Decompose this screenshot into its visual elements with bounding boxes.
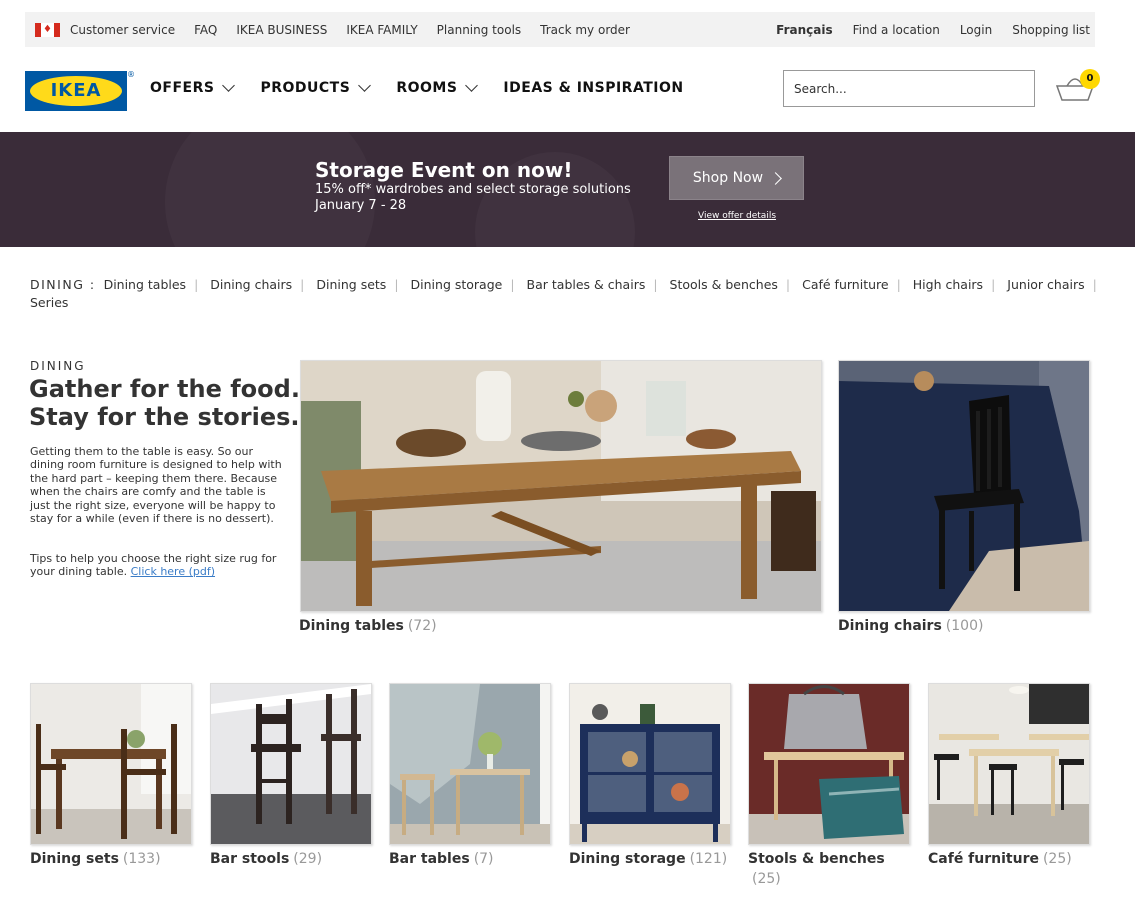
shopping-cart-button[interactable]: 0 [1055,69,1101,106]
utility-bar: ♦ Customer service FAQ IKEA BUSINESS IKE… [25,12,1095,47]
chevron-down-icon [465,79,479,92]
tile-dining-storage[interactable]: Dining storage (121) [569,683,731,867]
banner-dates: January 7 - 28 [315,198,407,213]
logo-text: IKEA [50,80,102,101]
cat-link-high-chairs[interactable]: High chairs [913,277,983,292]
tile-caption: Dining tables (72) [299,618,437,634]
cat-link-dining-tables[interactable]: Dining tables [104,277,187,292]
tile-caption: Café furniture (25) [928,851,1072,867]
tile-caption: Bar stools (29) [210,851,323,867]
nav-products[interactable]: PRODUCTS [260,79,372,96]
tile-dining-tables[interactable]: Dining tables (72) [299,360,822,634]
dining-set-image [30,683,192,845]
main-nav: OFFERS PRODUCTS ROOMS IDEAS & INSPIRATIO… [150,79,711,96]
stools-benches-image [748,683,910,845]
language-link[interactable]: Français [776,23,832,37]
cat-link-cafe-furniture[interactable]: Café furniture [802,277,888,292]
tile-dining-sets[interactable]: Dining sets (133) [30,683,192,867]
tile-stools-benches[interactable]: Stools & benches (25) [748,683,910,887]
tile-bar-tables[interactable]: Bar tables (7) [389,683,551,867]
chevron-right-icon [769,171,782,185]
bar-stool-image [210,683,372,845]
search-input[interactable] [783,70,1035,107]
banner-title: Storage Event on now! [315,158,573,182]
banner-subtitle: 15% off* wardrobes and select storage so… [315,182,631,197]
bar-table-image [389,683,551,845]
ikea-business-link[interactable]: IKEA BUSINESS [236,23,327,37]
login-link[interactable]: Login [960,23,992,37]
shopping-list-link[interactable]: Shopping list [1012,23,1090,37]
planning-tools-link[interactable]: Planning tools [437,23,521,37]
cat-link-stools-benches[interactable]: Stools & benches [670,277,778,292]
chevron-down-icon [358,79,372,92]
ikea-logo[interactable]: IKEA ® [25,70,135,111]
utility-right: Français Find a location Login Shopping … [756,23,1095,37]
tile-bar-stools[interactable]: Bar stools (29) [210,683,372,867]
cat-link-bar-tables-chairs[interactable]: Bar tables & chairs [527,277,646,292]
faq-link[interactable]: FAQ [194,23,217,37]
customer-service-link[interactable]: Customer service [70,23,175,37]
tile-dining-chairs[interactable]: Dining chairs (100) [838,360,1090,634]
cat-link-dining-storage[interactable]: Dining storage [411,277,503,292]
rug-tip: Tips to help you choose the right size r… [30,552,277,579]
tile-caption: Stools & benches (25) [748,851,885,887]
promo-banner: Storage Event on now! 15% off* wardrobes… [0,132,1135,247]
cat-link-dining-chairs[interactable]: Dining chairs [210,277,292,292]
intro-text: Getting them to the table is easy. So ou… [30,445,282,526]
nav-rooms[interactable]: ROOMS [396,79,479,96]
tile-caption: Dining storage (121) [569,851,728,867]
tile-caption: Dining chairs (100) [838,618,984,634]
ikea-family-link[interactable]: IKEA FAMILY [346,23,417,37]
tile-cafe-furniture[interactable]: Café furniture (25) [928,683,1090,867]
chevron-down-icon [222,79,236,92]
dining-chair-image [838,360,1090,612]
shop-now-button[interactable]: Shop Now [669,156,804,200]
cat-link-series[interactable]: Series [30,295,68,310]
utility-left: ♦ Customer service FAQ IKEA BUSINESS IKE… [25,22,649,37]
dining-storage-image [569,683,731,845]
canada-flag-icon: ♦ [35,22,60,37]
cat-link-dining-sets[interactable]: Dining sets [316,277,386,292]
dining-table-image [300,360,822,612]
category-nav: DINING : Dining tables | Dining chairs | D… [30,277,1097,310]
tile-caption: Dining sets (133) [30,851,161,867]
nav-offers[interactable]: OFFERS [150,79,236,96]
tile-caption: Bar tables (7) [389,851,494,867]
track-order-link[interactable]: Track my order [540,23,630,37]
cafe-furniture-image [928,683,1090,845]
find-location-link[interactable]: Find a location [853,23,940,37]
logo-registered: ® [127,70,135,79]
section-eyebrow: DINING [30,359,86,373]
cart-count-badge: 0 [1080,69,1100,89]
rug-guide-link[interactable]: Click here (pdf) [131,565,215,578]
cat-link-junior-chairs[interactable]: Junior chairs [1007,277,1084,292]
offer-details-link[interactable]: View offer details [698,211,776,221]
nav-ideas[interactable]: IDEAS & INSPIRATION [503,80,683,96]
category-nav-label: DINING : [30,277,96,292]
page-title: Gather for the food. Stay for the storie… [29,375,300,431]
